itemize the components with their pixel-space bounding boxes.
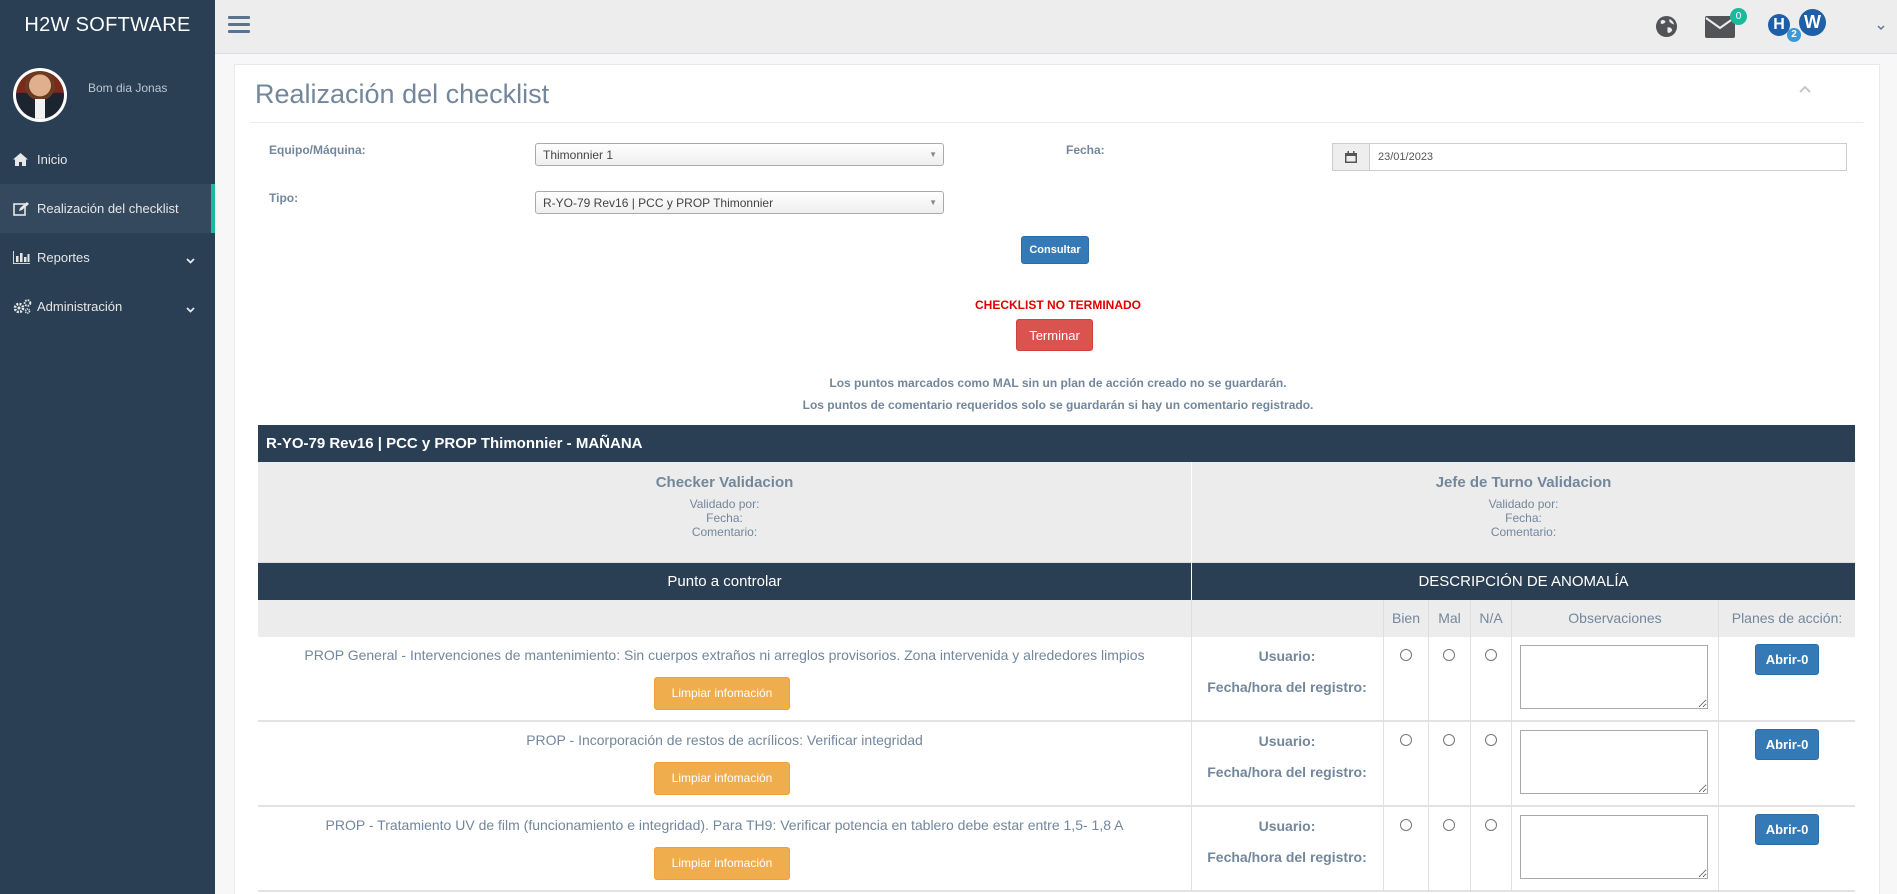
tipo-select[interactable]: R-YO-79 Rev16 | PCC y PROP Thimonnier ▼ — [535, 191, 944, 214]
user-dropdown-icon[interactable] — [1877, 22, 1885, 32]
validation-section: Checker Validacion Validado por: Fecha: … — [258, 462, 1855, 563]
radio-na[interactable] — [1485, 734, 1497, 746]
radio-mal[interactable] — [1443, 649, 1455, 661]
sub-bien: Bien — [1383, 600, 1428, 637]
chevron-down-icon — [186, 252, 195, 267]
sidebar-item-inicio[interactable]: Inicio — [0, 135, 215, 184]
table-row: PROP - Tratamiento UV de film (funcionam… — [258, 807, 1855, 892]
greeting-text: Bom dia Jonas — [88, 81, 168, 95]
checker-title: Checker Validacion — [655, 474, 794, 491]
globe-icon[interactable] — [1655, 15, 1678, 43]
bar-chart-icon — [13, 251, 35, 264]
radio-bien[interactable] — [1400, 649, 1412, 661]
row-punto-text: PROP - Tratamiento UV de film (funcionam… — [325, 817, 1124, 833]
user-profile: Bom dia Jonas — [0, 50, 215, 145]
sidebar-item-label: Realización del checklist — [37, 201, 179, 216]
radio-na[interactable] — [1485, 649, 1497, 661]
fecha-label: Fecha: — [1066, 143, 1105, 157]
fecha-input[interactable] — [1370, 144, 1846, 170]
page-title: Realización del checklist — [255, 79, 550, 109]
menu-toggle-icon[interactable] — [228, 16, 250, 36]
fechahora-label: Fecha/hora del registro: — [1207, 679, 1367, 695]
radio-bien[interactable] — [1400, 734, 1412, 746]
radio-na[interactable] — [1485, 819, 1497, 831]
equipo-select[interactable]: Thimonnier 1 ▼ — [535, 143, 944, 166]
note-mal: Los puntos marcados como MAL sin un plan… — [829, 376, 1287, 390]
tipo-select-value: R-YO-79 Rev16 | PCC y PROP Thimonnier — [543, 196, 774, 210]
jefe-validado: Validado por: — [1488, 497, 1559, 511]
user-logo[interactable]: H 2 W — [1765, 9, 1835, 47]
checker-validado: Validado por: — [689, 497, 760, 511]
brand-title[interactable]: H2W SOFTWARE — [0, 0, 215, 50]
limpiar-button[interactable]: Limpiar infomación — [654, 847, 790, 880]
sidebar-item-label: Administración — [37, 299, 123, 314]
home-icon — [13, 153, 35, 166]
fechahora-label: Fecha/hora del registro: — [1207, 849, 1367, 865]
table-row: PROP - Incorporación de restos de acríli… — [258, 722, 1855, 807]
select-arrow-icon: ▼ — [929, 198, 937, 207]
checker-fecha: Fecha: — [706, 511, 743, 525]
abrir-plan-button[interactable]: Abrir-0 — [1755, 814, 1819, 845]
consultar-button[interactable]: Consultar — [1021, 236, 1089, 264]
checker-comentario: Comentario: — [691, 525, 758, 539]
chevron-down-icon — [186, 301, 195, 316]
chevron-up-icon[interactable] — [1799, 77, 1811, 98]
sidebar-item-administracion[interactable]: Administración — [0, 282, 215, 331]
col-anomalia-header: DESCRIPCIÓN DE ANOMALÍA — [1191, 563, 1855, 600]
checklist-status: CHECKLIST NO TERMINADO — [975, 298, 1141, 312]
sidebar-item-reportes[interactable]: Reportes — [0, 233, 215, 282]
jefe-comentario: Comentario: — [1490, 525, 1557, 539]
jefe-validation: Jefe de Turno Validacion Validado por: F… — [1192, 462, 1855, 563]
sidebar: H2W SOFTWARE Bom dia Jonas Inicio Realiz… — [0, 0, 215, 894]
edit-icon — [13, 201, 35, 216]
abrir-plan-button[interactable]: Abrir-0 — [1755, 729, 1819, 760]
radio-bien[interactable] — [1400, 819, 1412, 831]
sub-header-row: Bien Mal N/A Observaciones Planes de acc… — [258, 600, 1855, 637]
avatar — [13, 68, 67, 122]
notification-badge: 0 — [1730, 8, 1747, 25]
abrir-plan-button[interactable]: Abrir-0 — [1755, 644, 1819, 675]
fechahora-label: Fecha/hora del registro: — [1207, 764, 1367, 780]
terminar-button[interactable]: Terminar — [1016, 319, 1093, 351]
limpiar-button[interactable]: Limpiar infomación — [654, 762, 790, 795]
sub-observaciones: Observaciones — [1511, 600, 1718, 637]
select-arrow-icon: ▼ — [929, 150, 937, 159]
sidebar-item-label: Inicio — [37, 152, 68, 167]
observaciones-textarea[interactable] — [1520, 730, 1708, 794]
equipo-select-value: Thimonnier 1 — [543, 148, 614, 162]
col-punto-header: Punto a controlar — [667, 573, 782, 590]
tipo-label: Tipo: — [269, 191, 299, 205]
sub-na: N/A — [1470, 600, 1511, 637]
limpiar-button[interactable]: Limpiar infomación — [654, 677, 790, 710]
radio-mal[interactable] — [1443, 734, 1455, 746]
checklist-title: R-YO-79 Rev16 | PCC y PROP Thimonnier - … — [258, 425, 1855, 462]
title-divider — [251, 122, 1863, 123]
usuario-label: Usuario: — [1258, 733, 1316, 749]
row-punto-text: PROP - Incorporación de restos de acríli… — [526, 732, 923, 748]
jefe-fecha: Fecha: — [1505, 511, 1542, 525]
column-header-row: Punto a controlar DESCRIPCIÓN DE ANOMALÍ… — [258, 563, 1855, 600]
jefe-title: Jefe de Turno Validacion — [1435, 474, 1612, 491]
sub-empty — [1191, 600, 1383, 637]
sub-planes: Planes de acción: — [1718, 600, 1855, 637]
cogs-icon — [13, 299, 35, 314]
calendar-icon[interactable] — [1333, 144, 1370, 170]
sidebar-item-realizacion[interactable]: Realización del checklist — [0, 184, 215, 233]
sub-mal: Mal — [1428, 600, 1470, 637]
checker-validation: Checker Validacion Validado por: Fecha: … — [258, 462, 1191, 563]
observaciones-textarea[interactable] — [1520, 645, 1708, 709]
row-punto-text: PROP General - Intervenciones de manteni… — [304, 647, 1145, 663]
note-comentario: Los puntos de comentario requeridos solo… — [802, 398, 1314, 412]
sidebar-item-label: Reportes — [37, 250, 90, 265]
top-bar — [215, 0, 1897, 54]
observaciones-textarea[interactable] — [1520, 815, 1708, 879]
checklist-table: R-YO-79 Rev16 | PCC y PROP Thimonnier - … — [258, 425, 1855, 892]
usuario-label: Usuario: — [1258, 648, 1316, 664]
equipo-label: Equipo/Máquina: — [269, 143, 366, 157]
fecha-field — [1332, 143, 1847, 171]
table-row: PROP General - Intervenciones de manteni… — [258, 637, 1855, 722]
usuario-label: Usuario: — [1258, 818, 1316, 834]
radio-mal[interactable] — [1443, 819, 1455, 831]
